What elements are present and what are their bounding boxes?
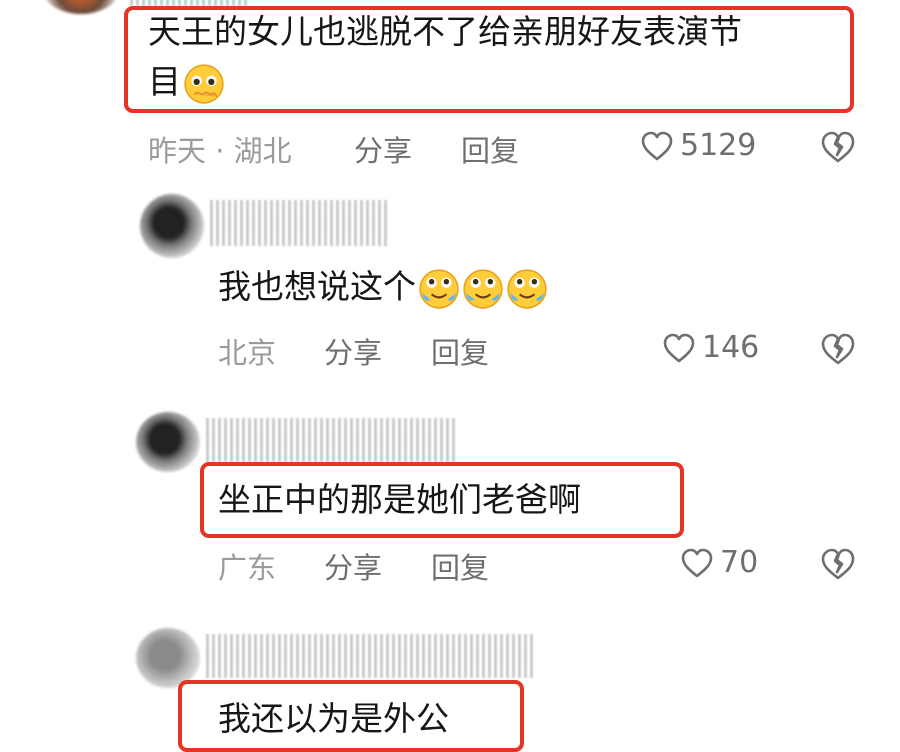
avatar[interactable] <box>136 628 200 688</box>
avatar[interactable] <box>44 0 118 14</box>
comment-text: 我还以为是外公 <box>218 699 449 738</box>
share-button[interactable]: 分享 <box>354 128 412 170</box>
comment-text-line2: 目 <box>148 58 225 106</box>
laughing-crying-face-icon <box>463 268 503 309</box>
heart-icon <box>641 131 673 160</box>
broken-heart-icon[interactable] <box>820 130 856 164</box>
pleading-face-icon <box>184 63 224 104</box>
username-blurred[interactable] <box>206 418 456 462</box>
laughing-crying-face-icon <box>507 268 547 309</box>
username-blurred[interactable] <box>206 634 536 678</box>
reply-button[interactable]: 回复 <box>431 545 489 587</box>
heart-icon <box>681 548 713 577</box>
username-blurred[interactable] <box>210 200 390 246</box>
like-count: 146 <box>702 330 760 365</box>
comment-meta-location: 北京 <box>218 336 277 370</box>
like-count: 5129 <box>680 128 757 163</box>
reply-button[interactable]: 回复 <box>461 128 519 170</box>
like-button[interactable]: 5129 <box>640 128 756 163</box>
share-button[interactable]: 分享 <box>324 330 382 372</box>
share-button[interactable]: 分享 <box>324 545 382 587</box>
like-count: 70 <box>720 545 759 580</box>
reply-button[interactable]: 回复 <box>431 330 489 372</box>
like-button[interactable]: 70 <box>680 545 758 580</box>
avatar[interactable] <box>140 194 204 258</box>
comment-meta-location: 昨天 · 湖北 <box>148 134 292 168</box>
like-button[interactable]: 146 <box>662 330 759 365</box>
laughing-crying-face-icon <box>419 268 459 309</box>
broken-heart-icon[interactable] <box>820 547 856 581</box>
heart-icon <box>663 333 695 362</box>
comment-text: 我也想说这个 <box>218 263 548 311</box>
comment-text: 坐正中的那是她们老爸啊 <box>218 480 581 519</box>
comment-meta-location: 广东 <box>218 551 277 585</box>
comment-text: 天王的女儿也逃脱不了给亲朋好友表演节 <box>148 12 742 51</box>
avatar[interactable] <box>136 412 200 472</box>
broken-heart-icon[interactable] <box>820 332 856 366</box>
